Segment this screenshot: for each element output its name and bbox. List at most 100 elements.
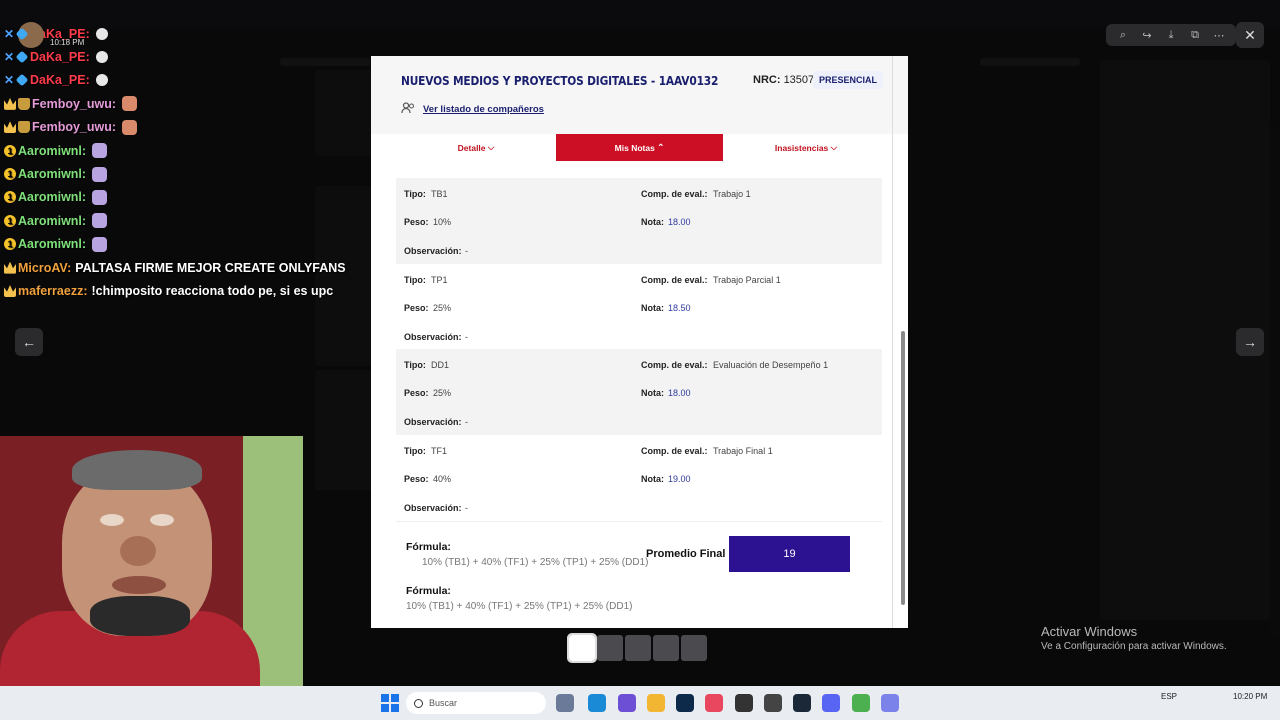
tipo-label: Tipo:: [404, 360, 426, 371]
close-icon[interactable]: ✕: [1236, 22, 1264, 48]
chat-message: MicroAV: PALTASA FIRME MEJOR CREATE ONLYF…: [4, 256, 364, 279]
file-explorer-icon[interactable]: [647, 694, 665, 712]
comp-label: Comp. de eval.:: [641, 274, 708, 285]
sword-badge-icon: ✕: [4, 73, 15, 88]
classmates-link[interactable]: Ver listado de compañeros: [423, 104, 544, 115]
chat-username[interactable]: DaKa_PE:: [30, 73, 90, 87]
observacion-label: Observación:: [404, 417, 462, 428]
chat-message: 1 Aaromiwnl:: [4, 186, 364, 209]
observacion-label: Observación:: [404, 331, 462, 342]
chat-username[interactable]: maferraezz:: [18, 284, 87, 298]
thumbnail[interactable]: [681, 635, 707, 661]
chat-message: Femboy_uwu:: [4, 116, 364, 139]
nrc-value: 13507: [783, 74, 815, 86]
thumbnail[interactable]: [567, 633, 597, 663]
robot-emote-icon: [92, 236, 108, 252]
nota-label: Nota:: [641, 217, 664, 227]
chat-message: maferraezz: !chimposito reacciona todo pe…: [4, 279, 364, 302]
thumbnail[interactable]: [597, 635, 623, 661]
chat-username[interactable]: Aaromiwnl:: [18, 190, 86, 204]
discord-icon[interactable]: [822, 694, 840, 712]
webcam-eye: [150, 514, 174, 526]
course-header: NUEVOS MEDIOS Y PROYECTOS DIGITALES - 1A…: [371, 56, 908, 134]
crown-badge-icon: [4, 97, 16, 110]
comp-value: Trabajo Parcial 1: [713, 274, 781, 285]
tab-detalle[interactable]: Detalle ⌵: [396, 134, 556, 161]
chat-username[interactable]: MicroAV:: [18, 261, 71, 275]
zoom-icon[interactable]: ⌕: [1112, 26, 1134, 44]
comp-value: Trabajo Final 1: [713, 446, 773, 457]
chat-username[interactable]: DaKa_PE:: [30, 50, 90, 64]
monkey-emote-icon: [122, 119, 138, 135]
previous-arrow-icon[interactable]: ←: [15, 328, 43, 356]
open-external-icon[interactable]: ⧉: [1184, 26, 1206, 44]
skull-emote-icon: [95, 51, 108, 64]
terminal-icon[interactable]: [764, 694, 782, 712]
cake-badge-icon: [18, 121, 30, 134]
comp-label: Comp. de eval.:: [641, 446, 708, 457]
comp-label: Comp. de eval.:: [641, 360, 708, 371]
chat-text: !chimposito reacciona todo pe, si es upc: [91, 283, 334, 298]
webcam-collar: [90, 596, 190, 636]
tab-inasistencias[interactable]: Inasistencias ⌵: [726, 134, 886, 161]
language-indicator[interactable]: ESP: [1161, 692, 1177, 701]
chat-username[interactable]: Aaromiwnl:: [18, 237, 86, 251]
comp-value: Evaluación de Desempeño 1: [713, 360, 829, 371]
comp-label: Comp. de eval.:: [641, 189, 708, 199]
taskbar-search[interactable]: Buscar: [406, 692, 546, 714]
formula-value: 10% (TB1) + 40% (TF1) + 25% (TP1) + 25% …: [406, 601, 633, 612]
num-badge-icon: 1: [4, 144, 16, 157]
more-icon[interactable]: ⋯: [1208, 26, 1230, 44]
chat-timestamp: 10:18 PM: [50, 38, 85, 47]
clock[interactable]: 10:20 PM: [1233, 692, 1267, 701]
peso-value: 25%: [433, 302, 452, 313]
chrome-icon[interactable]: [852, 694, 870, 712]
next-arrow-icon[interactable]: →: [1236, 328, 1264, 356]
thumbnail[interactable]: [653, 635, 679, 661]
chat-username[interactable]: Femboy_uwu:: [32, 120, 116, 134]
chat-username[interactable]: Aaromiwnl:: [18, 167, 86, 181]
photoshop-icon[interactable]: [676, 694, 694, 712]
comp-value: Trabajo 1: [713, 189, 751, 199]
music-icon[interactable]: [705, 694, 723, 712]
edge-icon[interactable]: [588, 694, 606, 712]
copilot-icon[interactable]: [618, 694, 636, 712]
tab-label: Mis Notas: [614, 142, 655, 153]
course-title: NUEVOS MEDIOS Y PROYECTOS DIGITALES - 1A…: [401, 73, 719, 88]
app-icon[interactable]: [735, 694, 753, 712]
crown-badge-icon: [4, 261, 16, 274]
webcam-feed: [0, 436, 303, 700]
skull-emote-icon: [95, 27, 108, 40]
download-icon[interactable]: ⤓: [1160, 26, 1182, 44]
teams-icon[interactable]: [881, 694, 899, 712]
grade-item: Tipo: TP1 Comp. de eval.: Trabajo Parcia…: [396, 264, 882, 350]
tipo-label: Tipo:: [404, 189, 426, 199]
chat-message: 1 Aaromiwnl:: [4, 139, 364, 162]
task-view-icon[interactable]: [556, 694, 574, 712]
tab-mis-notas[interactable]: Mis Notas ⌃: [556, 134, 723, 161]
chat-username[interactable]: Femboy_uwu:: [32, 97, 116, 111]
share-icon[interactable]: ↪: [1136, 26, 1158, 44]
webcam-mouth: [112, 576, 166, 594]
thumbnail[interactable]: [625, 635, 651, 661]
num-badge-icon: 1: [4, 238, 16, 251]
nota-value: 19.00: [668, 474, 691, 485]
steam-icon[interactable]: [793, 694, 811, 712]
activate-windows-watermark: Activar Windows Ve a Configuración para …: [1041, 624, 1227, 652]
divider: [396, 521, 882, 522]
windows-start-icon[interactable]: [381, 694, 399, 712]
scrollbar[interactable]: [901, 331, 905, 605]
tipo-value: DD1: [431, 360, 450, 371]
chat-message: ✕ DaKa_PE:: [4, 69, 364, 92]
webcam-eye: [100, 514, 124, 526]
num-badge-icon: 1: [4, 214, 16, 227]
chat-message: 1 Aaromiwnl:: [4, 233, 364, 256]
observacion-value: -: [465, 417, 468, 428]
chat-username[interactable]: Aaromiwnl:: [18, 144, 86, 158]
chat-username[interactable]: Aaromiwnl:: [18, 214, 86, 228]
tab-label: Detalle: [457, 142, 486, 153]
grade-item: Tipo: TB1 Comp. de eval.: Trabajo 1 Peso…: [396, 178, 882, 264]
observacion-label: Observación:: [404, 246, 462, 256]
chat-message: ✕ DaKa_PE:: [4, 45, 364, 68]
webcam-hair: [72, 450, 202, 490]
